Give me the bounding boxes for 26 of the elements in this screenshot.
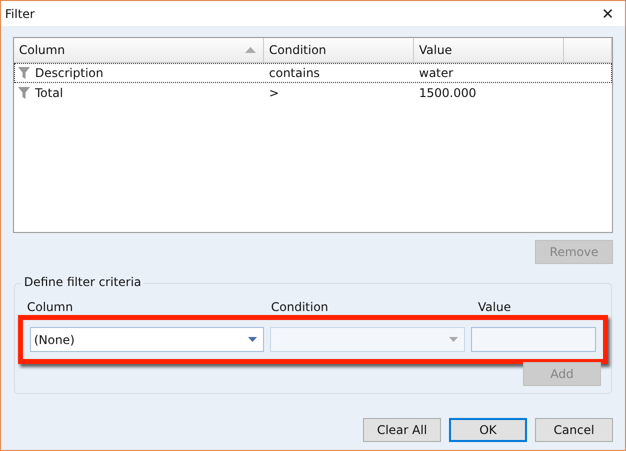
column-header[interactable]: Condition: [264, 38, 414, 62]
field-label: Condition: [271, 300, 328, 314]
field-label: Value: [478, 300, 511, 314]
table-cell: 1500.000: [419, 86, 476, 100]
dialog-button[interactable]: Cancel: [535, 418, 613, 442]
column-header[interactable]: Value: [414, 38, 564, 62]
dropdown-arrow-icon: [449, 337, 458, 342]
filter-icon: [17, 66, 31, 80]
field-label: Column: [27, 300, 73, 314]
filter-row[interactable]: Description contains water: [14, 63, 612, 83]
column-header[interactable]: Column: [14, 38, 264, 62]
table-cell: Total: [35, 86, 64, 100]
filter-row[interactable]: Total > 1500.000: [14, 83, 612, 103]
table-cell: contains: [269, 66, 320, 80]
dialog-button[interactable]: OK: [449, 418, 527, 442]
dropdown-arrow-icon: [248, 337, 257, 342]
dialog-button[interactable]: Clear All: [363, 418, 441, 442]
table-cell: >: [269, 86, 280, 100]
filter-icon: [17, 86, 31, 100]
table-cell: water: [419, 66, 454, 80]
column-dropdown[interactable]: (None): [30, 327, 264, 352]
table-cell: Description: [35, 66, 104, 80]
value-field[interactable]: [471, 327, 596, 352]
window-title: Filter: [5, 6, 35, 20]
group-title: Define filter criteria: [21, 275, 144, 289]
close-button[interactable]: ✕: [591, 1, 625, 26]
